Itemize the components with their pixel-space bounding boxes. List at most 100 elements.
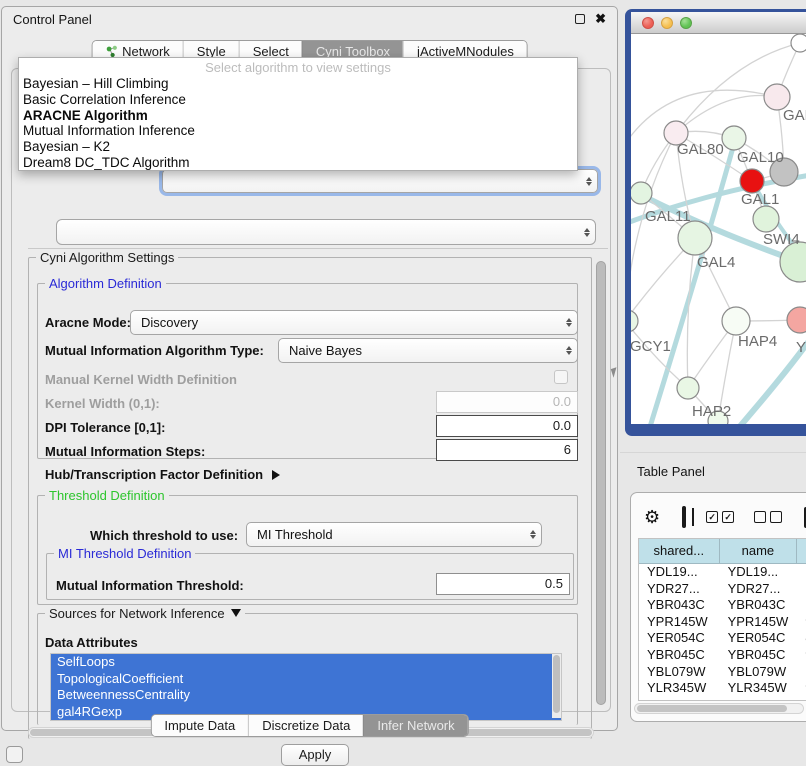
inference-algorithm-combo[interactable] [162, 169, 598, 193]
node-label-y: Y [796, 339, 806, 356]
float-window-icon[interactable] [575, 14, 585, 24]
gear-icon[interactable]: ⚙ [644, 508, 660, 526]
dpi-tolerance-field[interactable]: 0.0 [436, 415, 578, 437]
node-table[interactable]: shared...nameA YDL19...YDL19...13YDR27..… [638, 538, 806, 701]
tab-impute-data[interactable]: Impute Data [151, 715, 248, 736]
node-label-hap2: HAP2 [692, 403, 731, 420]
combo-stepper-icon [579, 228, 595, 237]
data-attributes-list[interactable]: SelfLoopsTopologicalCoefficientBetweenne… [50, 653, 562, 721]
node-label-hap4: HAP4 [738, 333, 777, 350]
select-all-checkboxes-icon[interactable]: ✓✓ [706, 511, 734, 523]
control-panel-title: Control Panel [13, 12, 92, 27]
mi-algorithm-type-combo[interactable]: Naive Bayes [278, 338, 578, 363]
table-cell: 13 [797, 564, 806, 581]
network-canvas[interactable]: GALGAL80GAL10GAL1SWI4GAL11GAL4GCY1HAP4YH… [631, 34, 806, 424]
minimize-traffic-light-icon[interactable] [661, 17, 673, 29]
network-node-gcy1[interactable] [631, 310, 638, 332]
network-node-gal1[interactable] [740, 169, 764, 193]
node-label-gal4: GAL4 [697, 254, 735, 271]
aracne-mode-combo[interactable]: Discovery [130, 310, 578, 335]
sources-title[interactable]: Sources for Network Inference [45, 606, 245, 621]
manual-kernel-width-label: Manual Kernel Width Definition [45, 372, 237, 387]
table-cell: 8. [797, 630, 806, 647]
zoom-traffic-light-icon[interactable] [680, 17, 692, 29]
hub-definition-toggle[interactable]: Hub/Transcription Factor Definition [45, 467, 280, 482]
tab-discretize-data[interactable]: Discretize Data [248, 715, 363, 736]
deselect-all-checkboxes-icon[interactable] [754, 511, 782, 523]
column-header-shared[interactable]: shared... [639, 539, 720, 563]
table-cell: YDR27... [720, 581, 798, 598]
scrollbar-thumb[interactable] [637, 705, 787, 712]
network-window-titlebar[interactable] [631, 12, 806, 34]
apply-button[interactable]: Apply [281, 744, 349, 766]
node-label-gcy1: GCY1 [631, 338, 671, 355]
algorithm-option-aracne-algorithm[interactable]: ARACNE Algorithm [19, 108, 577, 124]
mi-algorithm-type-label: Mutual Information Algorithm Type: [45, 343, 264, 358]
network-node-hap2[interactable] [677, 377, 699, 399]
manual-kernel-width-checkbox[interactable] [554, 370, 568, 384]
table-cell: YPR145W [639, 614, 720, 631]
algorithm-option-basic-correlation-inference[interactable]: Basic Correlation Inference [19, 92, 577, 108]
table-header-row: shared...nameA [639, 539, 806, 564]
table-horizontal-scrollbar[interactable] [634, 703, 804, 714]
algorithm-option-mutual-information-inference[interactable]: Mutual Information Inference [19, 123, 577, 139]
network-node-y[interactable] [787, 307, 806, 333]
attributes-scrollbar[interactable] [552, 654, 561, 718]
attribute-topologicalcoefficient[interactable]: TopologicalCoefficient [51, 671, 561, 688]
attribute-betweennesscentrality[interactable]: BetweennessCentrality [51, 687, 561, 704]
table-row[interactable]: YBL079WYBL079W [639, 664, 806, 681]
attribute-selfloops[interactable]: SelfLoops [51, 654, 561, 671]
node-label-gal1: GAL1 [741, 191, 779, 208]
algorithm-option-bayesian-hill-climbing[interactable]: Bayesian – Hill Climbing [19, 76, 577, 92]
table-cell: YER054C [639, 630, 720, 647]
network-node[interactable] [791, 34, 806, 52]
floating-panel-icon[interactable] [6, 746, 23, 763]
network-node-gal4[interactable] [678, 221, 712, 255]
network-node-hap4[interactable] [722, 307, 750, 335]
table-row[interactable]: YLR345WYLR345W9. [639, 680, 806, 697]
network-node-gal10[interactable] [722, 126, 746, 150]
kernel-width-field[interactable]: 0.0 [436, 391, 578, 413]
close-icon[interactable]: ✖ [595, 14, 606, 24]
table-row[interactable]: YDR27...YDR27...12 [639, 581, 806, 598]
algorithm-option-bayesian-k2[interactable]: Bayesian – K2 [19, 139, 577, 155]
table-cell: YBR045C [639, 647, 720, 664]
close-traffic-light-icon[interactable] [642, 17, 654, 29]
table-body: YDL19...YDL19...13YDR27...YDR27...12YBR0… [639, 564, 806, 701]
tab-infer-network[interactable]: Infer Network [363, 715, 467, 736]
expanded-arrow-icon [231, 609, 241, 617]
table-cell: YER054C [720, 630, 798, 647]
split-columns-icon[interactable] [682, 506, 686, 528]
table-source-combo[interactable] [56, 219, 596, 245]
collapsed-arrow-icon [272, 470, 280, 480]
settings-vertical-scrollbar[interactable] [596, 261, 606, 705]
table-row[interactable]: YPR145WYPR145W9. [639, 614, 806, 631]
combo-stepper-icon [561, 318, 577, 327]
table-row[interactable]: YER054CYER054C8. [639, 630, 806, 647]
node-label-gal10: GAL10 [737, 149, 784, 166]
table-row[interactable]: YDL19...YDL19...13 [639, 564, 806, 581]
table-cell: YBR045C [720, 647, 798, 664]
network-node[interactable] [780, 242, 806, 282]
mi-threshold-field[interactable]: 0.5 [436, 573, 570, 595]
table-cell: YIL052C [639, 697, 720, 701]
data-attributes-label: Data Attributes [45, 635, 138, 650]
node-label-gal11: GAL11 [645, 208, 691, 225]
table-cell: 9. [797, 614, 806, 631]
table-row[interactable]: YBR043CYBR043C [639, 597, 806, 614]
network-node-swi4[interactable] [753, 206, 779, 232]
algorithm-definition-title: Algorithm Definition [45, 276, 166, 291]
network-node-gal11[interactable] [631, 182, 652, 204]
table-toolbar: ⚙ ✓✓ [630, 500, 806, 534]
node-label-gal: GAL [783, 107, 806, 124]
table-row[interactable]: YIL052CYIL052C9 [639, 697, 806, 701]
table-row[interactable]: YBR045CYBR045C9. [639, 647, 806, 664]
column-header-name[interactable]: name [720, 539, 798, 563]
table-cell: YBL079W [639, 664, 720, 681]
table-cell: 9. [797, 647, 806, 664]
mi-steps-field[interactable]: 6 [436, 439, 578, 461]
which-threshold-combo[interactable]: MI Threshold [246, 522, 542, 547]
combo-stepper-icon [525, 530, 541, 539]
column-header-a[interactable]: A [797, 539, 806, 563]
algorithm-option-dream8-dc-tdc-algorithm[interactable]: Dream8 DC_TDC Algorithm [19, 155, 577, 171]
